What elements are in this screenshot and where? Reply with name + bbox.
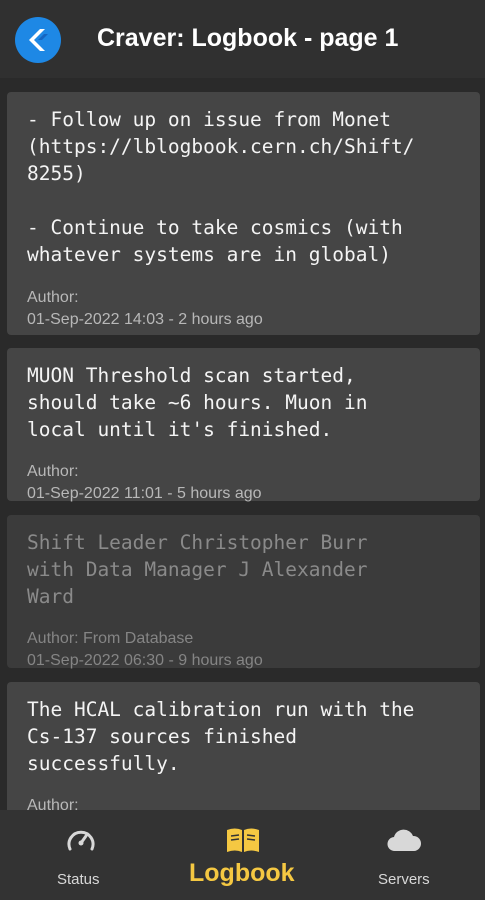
- entry-timestamp: 01-Sep-2022 06:30 - 9 hours ago: [27, 652, 263, 669]
- entry-author: Author: From Database: [27, 630, 194, 647]
- app-bar: Craver: Logbook - page 1: [0, 0, 485, 78]
- entry-text: The HCAL calibration run with the Cs-137…: [27, 698, 415, 775]
- logbook-entry-card[interactable]: - Follow up on issue from Monet (https:/…: [7, 92, 480, 335]
- nav-label-servers: Servers: [378, 871, 430, 888]
- nav-label-status: Status: [57, 871, 100, 888]
- nav-label-logbook: Logbook: [189, 859, 295, 887]
- entry-author: Author:: [27, 797, 79, 810]
- entry-timestamp: 01-Sep-2022 14:03 - 2 hours ago: [27, 311, 263, 328]
- logbook-entry-card[interactable]: The HCAL calibration run with the Cs-137…: [7, 682, 480, 810]
- craver-logo-icon[interactable]: [15, 17, 61, 63]
- logbook-entry-list[interactable]: - Follow up on issue from Monet (https:/…: [0, 78, 485, 810]
- entry-author: Author:: [27, 289, 79, 306]
- logbook-entry-card[interactable]: MUON Threshold scan started, should take…: [7, 348, 480, 502]
- nav-item-status[interactable]: Status: [0, 810, 162, 900]
- page-title: Craver: Logbook - page 1: [97, 24, 399, 52]
- nav-item-logbook[interactable]: Logbook: [162, 810, 324, 900]
- bottom-navigation: Status Logbook Servers: [0, 810, 485, 900]
- entry-text: MUON Threshold scan started, should take…: [27, 364, 368, 441]
- cloud-icon: [386, 828, 422, 859]
- entry-author: Author:: [27, 463, 79, 480]
- entry-timestamp: 01-Sep-2022 11:01 - 5 hours ago: [27, 485, 262, 502]
- entry-text: Shift Leader Christopher Burr with Data …: [27, 531, 368, 608]
- logbook-entry-card[interactable]: Shift Leader Christopher Burr with Data …: [7, 515, 480, 669]
- entry-text: - Follow up on issue from Monet (https:/…: [27, 108, 415, 266]
- book-open-icon: [225, 826, 261, 859]
- nav-item-servers[interactable]: Servers: [324, 810, 485, 900]
- speedometer-icon: [66, 828, 96, 859]
